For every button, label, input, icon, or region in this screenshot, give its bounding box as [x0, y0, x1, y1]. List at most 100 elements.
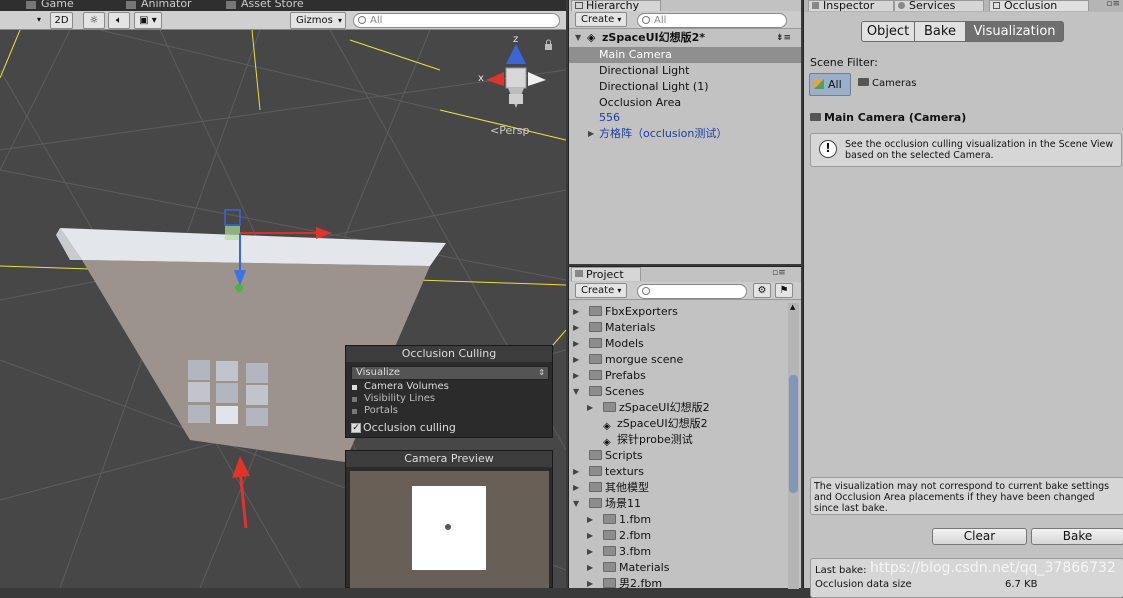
occlusion-culling-overlay: Occlusion Culling Visualize ⇕ Camera Vol… [345, 345, 553, 438]
project-item[interactable]: ▶ texturs [573, 464, 644, 480]
segment-bake[interactable]: Bake [914, 21, 966, 42]
hierarchy-item-556[interactable]: 556 [569, 110, 801, 126]
visualize-select[interactable]: Visualize ⇕ [351, 366, 549, 380]
hierarchy-search-input[interactable]: All [637, 13, 787, 28]
scene-search-input[interactable]: All [353, 13, 560, 28]
camera-volumes-item[interactable]: Camera Volumes [364, 381, 449, 392]
tab-services[interactable]: Services [894, 0, 984, 11]
hierarchy-item-occlusion-area[interactable]: Occlusion Area [569, 95, 801, 111]
panel-menu-icon[interactable]: ▫≡ [1106, 0, 1120, 9]
inspector-tab-bar: Inspector Services Occlusion ▫≡ [804, 0, 1123, 12]
project-item[interactable]: ▶ FbxExporters [573, 304, 678, 320]
folder-icon [589, 322, 602, 332]
folder-icon [603, 546, 616, 556]
project-scroll-thumb[interactable] [789, 375, 798, 493]
portals-item[interactable]: Portals [364, 405, 398, 416]
hierarchy-create-button[interactable]: Create ▾ [575, 12, 627, 27]
clear-button[interactable]: Clear [932, 528, 1027, 545]
project-item[interactable]: ◈ zSpaceUI幻想版2 [603, 416, 708, 432]
persp-toggle[interactable]: <Persp [490, 124, 529, 137]
shading-dropdown[interactable]: ▾ [3, 12, 43, 29]
project-scrollbar[interactable]: ▲ [788, 303, 799, 589]
expand-arrow-icon[interactable]: ▶ [573, 320, 579, 336]
project-item[interactable]: ▶ 男2.fbm [587, 576, 662, 592]
effects-dropdown[interactable]: ▣ ▾ [134, 12, 162, 29]
tab-project[interactable]: Project [571, 267, 641, 281]
expand-arrow-icon[interactable]: ▶ [573, 480, 579, 496]
audio-toggle[interactable]: 🔈︎ [108, 12, 130, 29]
project-item[interactable]: ▶ zSpaceUI幻想版2 [587, 400, 710, 416]
collapse-arrow-icon[interactable]: ▼ [573, 496, 579, 512]
axis-z-label: z [513, 34, 518, 45]
project-item[interactable]: ◈ 探针probe测试 [603, 432, 693, 448]
segment-visualization[interactable]: Visualization [965, 21, 1064, 42]
expand-arrow-icon[interactable]: ▶ [587, 576, 593, 592]
expand-arrow-icon[interactable]: ▶ [587, 560, 593, 576]
tab-inspector[interactable]: Inspector [808, 0, 894, 11]
folder-icon [603, 530, 616, 540]
filter-by-type-button[interactable]: ⚙ [753, 283, 771, 298]
project-item[interactable]: ▶ 2.fbm [587, 528, 651, 544]
expand-arrow-icon[interactable]: ▶ [573, 352, 579, 368]
hierarchy-item-directional-light[interactable]: Directional Light [569, 63, 801, 79]
hierarchy-item-main-camera[interactable]: Main Camera [569, 47, 801, 63]
occlusion-culling-label: Occlusion culling [363, 421, 456, 434]
project-item[interactable]: ▼ Scenes [573, 384, 644, 400]
tab-game[interactable]: Game [41, 0, 74, 9]
project-item[interactable]: ▶ morgue scene [573, 352, 683, 368]
info-help-box: ! See the occlusion culling visualizatio… [810, 133, 1122, 167]
project-item[interactable]: Scripts [589, 448, 643, 464]
project-item[interactable]: ▶ 其他模型 [573, 480, 649, 496]
camera-preview-overlay: Camera Preview [345, 450, 553, 588]
expand-arrow-icon[interactable]: ▶ [573, 304, 579, 320]
tab-asset-store[interactable]: Asset Store [241, 0, 304, 9]
mode-2d-button[interactable]: 2D [50, 12, 73, 29]
collapse-arrow-icon[interactable]: ▼ [573, 384, 579, 400]
visibility-lines-item[interactable]: Visibility Lines [364, 393, 435, 404]
project-item[interactable]: ▶ Prefabs [573, 368, 646, 384]
project-item-label: Materials [619, 561, 670, 574]
hierarchy-item-directional-light-1[interactable]: Directional Light (1) [569, 79, 801, 95]
tab-occlusion[interactable]: Occlusion [989, 0, 1089, 11]
expand-arrow-icon[interactable]: ▶ [587, 512, 593, 528]
project-item[interactable]: ▶ 3.fbm [587, 544, 651, 560]
persp-label: Persp [499, 124, 530, 137]
project-item[interactable]: ▶ 1.fbm [587, 512, 651, 528]
camera-volumes-bullet [352, 385, 357, 390]
filter-cameras-button[interactable]: Cameras [858, 78, 916, 89]
project-item[interactable]: ▶ Models [573, 336, 644, 352]
filter-by-label-button[interactable]: ⚑ [775, 283, 793, 298]
animator-icon [126, 1, 136, 9]
hierarchy-item-grid-array[interactable]: ▶ 方格阵（occlusion测试） [569, 126, 801, 142]
segment-object[interactable]: Object [861, 21, 915, 42]
expand-arrow-icon[interactable]: ▶ [573, 336, 579, 352]
expand-arrow-icon[interactable]: ▶ [587, 528, 593, 544]
gizmos-dropdown[interactable]: Gizmos ▾ [290, 12, 346, 29]
expand-arrow-icon[interactable]: ▶ [573, 464, 579, 480]
scene-view[interactable]: Game Animator Asset Store ▾ 2D ☼ 🔈︎ ▣ ▾ … [0, 0, 566, 588]
project-item[interactable]: ▶ Materials [573, 320, 655, 336]
filter-all-button[interactable]: All [809, 73, 851, 96]
chevron-down-icon: ▾ [617, 286, 622, 295]
orientation-gizmo[interactable]: x z [478, 34, 546, 108]
lock-icon[interactable] [545, 39, 552, 50]
scene-menu-icon[interactable]: ⇟≡ [776, 30, 791, 46]
lock-icon[interactable]: ▫≡ [772, 268, 786, 278]
project-item[interactable]: ▶ Materials [587, 560, 670, 576]
project-item[interactable]: ▼ 场景11 [573, 496, 641, 512]
expand-arrow-icon[interactable]: ▶ [573, 368, 579, 384]
services-tab-label: Services [909, 0, 956, 11]
bake-button[interactable]: Bake [1031, 528, 1123, 545]
hierarchy-item-label: Directional Light [599, 64, 690, 77]
tab-animator[interactable]: Animator [141, 0, 192, 9]
scroll-up-icon[interactable]: ▲ [790, 303, 795, 311]
hierarchy-scene-row[interactable]: ▼ ◈ zSpaceUI幻想版2* ⇟≡ [569, 30, 801, 46]
project-search-input[interactable] [637, 284, 747, 299]
project-create-button[interactable]: Create ▾ [575, 283, 627, 298]
expand-arrow-icon[interactable]: ▶ [587, 400, 593, 416]
occlusion-culling-checkbox[interactable]: ✓ Occlusion culling [351, 421, 456, 434]
tab-hierarchy[interactable]: Hierarchy [571, 0, 661, 11]
lighting-toggle[interactable]: ☼ [83, 12, 105, 29]
expand-arrow-icon[interactable]: ▶ [587, 544, 593, 560]
preview-wall [412, 486, 486, 570]
